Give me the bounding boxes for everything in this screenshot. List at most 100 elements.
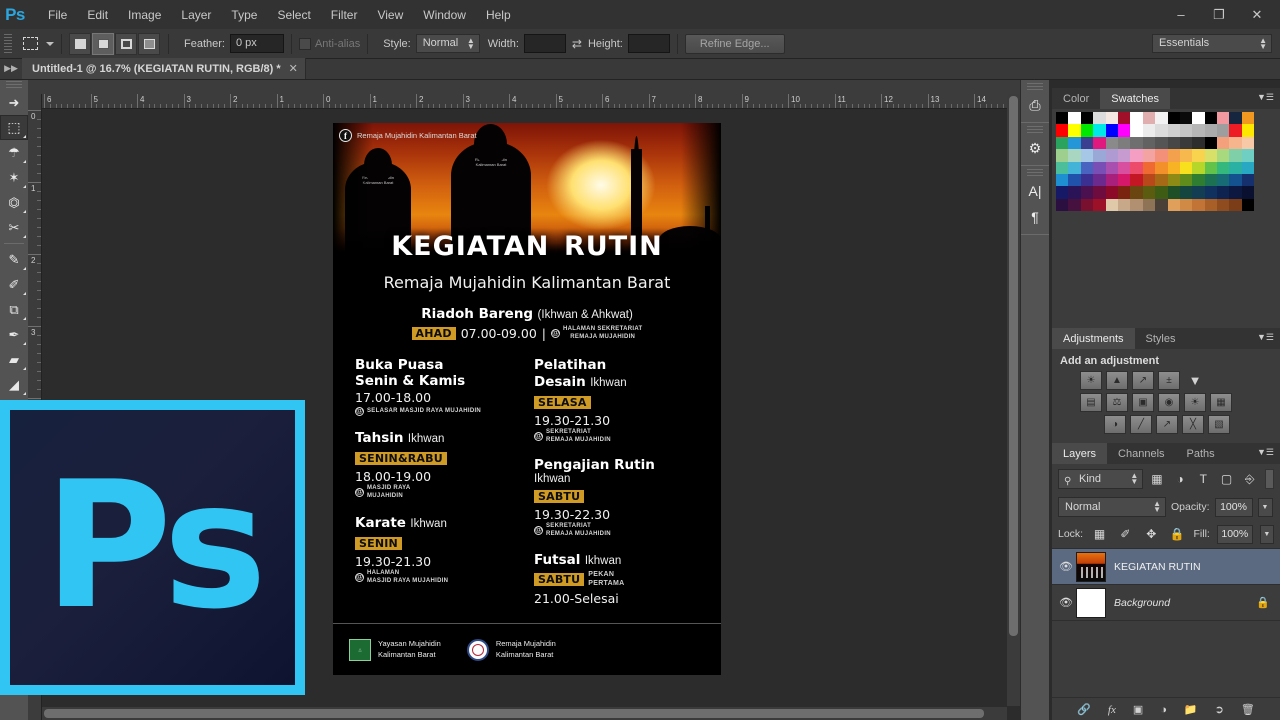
color-swatch[interactable] <box>1229 112 1242 125</box>
menu-window[interactable]: Window <box>413 4 476 26</box>
panel-menu-icon[interactable]: ▼☰ <box>1257 448 1274 457</box>
color-swatch[interactable] <box>1217 149 1230 162</box>
document-tab[interactable]: Untitled-1 @ 16.7% (KEGIATAN RUTIN, RGB/… <box>22 58 306 79</box>
color-swatch[interactable] <box>1179 124 1193 137</box>
new-group-icon[interactable]: 📁 <box>1184 703 1198 716</box>
color-swatch[interactable] <box>1155 198 1168 212</box>
color-swatch[interactable] <box>1179 186 1193 199</box>
layer-name[interactable]: Background <box>1114 597 1170 609</box>
menu-help[interactable]: Help <box>476 4 521 26</box>
menu-layer[interactable]: Layer <box>171 4 221 26</box>
color-swatch[interactable] <box>1093 198 1106 212</box>
fill-input[interactable]: 100% <box>1216 524 1253 544</box>
rail-grip[interactable] <box>1027 126 1043 133</box>
close-icon[interactable]: ✕ <box>289 62 298 75</box>
subtract-from-selection-button[interactable] <box>115 32 137 55</box>
tool-spot-healing-brush[interactable]: ✎ <box>0 247 28 272</box>
color-swatch[interactable] <box>1068 149 1081 162</box>
color-swatch[interactable] <box>1105 112 1118 125</box>
levels-icon[interactable]: ▲ <box>1106 371 1128 390</box>
panel-menu-icon[interactable]: ▼☰ <box>1257 93 1274 102</box>
color-swatch[interactable] <box>1117 186 1131 199</box>
menu-select[interactable]: Select <box>267 4 320 26</box>
color-swatch[interactable] <box>1241 161 1255 174</box>
color-swatch[interactable] <box>1204 173 1218 187</box>
color-swatch[interactable] <box>1080 173 1094 187</box>
fx-icon[interactable]: fx <box>1108 704 1116 716</box>
color-swatch[interactable] <box>1217 186 1230 199</box>
tool-move[interactable]: ➜ <box>0 90 28 115</box>
invert-icon[interactable]: ◑ <box>1104 415 1126 434</box>
color-swatch[interactable] <box>1142 161 1156 174</box>
color-swatch[interactable] <box>1192 198 1205 212</box>
properties-icon[interactable]: ⚙ <box>1021 135 1049 161</box>
tool-history-brush[interactable]: ✒ <box>0 322 28 347</box>
color-swatch[interactable] <box>1229 161 1242 174</box>
color-swatch[interactable] <box>1142 124 1156 137</box>
vibrance-icon[interactable]: ▼ <box>1184 371 1206 390</box>
color-swatch[interactable] <box>1217 173 1230 187</box>
new-selection-button[interactable] <box>69 32 91 55</box>
color-swatch[interactable] <box>1241 198 1255 212</box>
swap-width-height-icon[interactable]: ⇄ <box>572 37 582 51</box>
layer-visibility-icon[interactable]: 👁 <box>1056 596 1076 609</box>
color-swatch[interactable] <box>1093 112 1106 125</box>
height-input[interactable] <box>627 34 670 53</box>
color-swatch[interactable] <box>1167 198 1180 212</box>
color-swatch[interactable] <box>1179 112 1193 125</box>
opacity-stepper-icon[interactable]: ▼ <box>1257 497 1273 517</box>
filter-enable-toggle[interactable] <box>1265 469 1274 489</box>
color-swatch[interactable] <box>1217 124 1230 137</box>
color-swatch[interactable] <box>1142 112 1156 125</box>
color-swatch[interactable] <box>1068 186 1081 199</box>
color-swatch[interactable] <box>1192 186 1205 199</box>
tab-paths[interactable]: Paths <box>1175 443 1226 464</box>
color-swatch[interactable] <box>1117 198 1131 212</box>
new-adjustment-layer-icon[interactable]: ◑ <box>1160 704 1167 716</box>
color-swatch[interactable] <box>1167 186 1180 199</box>
color-swatch[interactable] <box>1229 186 1242 199</box>
color-swatch[interactable] <box>1130 186 1143 199</box>
posterize-icon[interactable]: ╱ <box>1130 415 1152 434</box>
color-swatch[interactable] <box>1105 124 1118 137</box>
filter-smart-objects-icon[interactable]: ⎆ <box>1240 469 1259 489</box>
color-swatch[interactable] <box>1068 112 1081 125</box>
color-swatch[interactable] <box>1056 161 1069 174</box>
color-swatch[interactable] <box>1130 198 1143 212</box>
color-swatch[interactable] <box>1204 149 1218 162</box>
tool-eyedropper[interactable]: ✂ <box>0 215 28 240</box>
color-swatch[interactable] <box>1080 198 1094 212</box>
filter-pixel-layers-icon[interactable]: ▦ <box>1147 469 1166 489</box>
color-swatch[interactable] <box>1241 186 1255 199</box>
collapse-panels-icon[interactable]: ▶▶ <box>0 58 22 79</box>
color-swatch[interactable] <box>1155 161 1168 174</box>
tab-styles[interactable]: Styles <box>1134 328 1187 349</box>
add-mask-icon[interactable]: ▣ <box>1133 703 1143 716</box>
color-swatch[interactable] <box>1068 173 1081 187</box>
color-swatch[interactable] <box>1130 136 1143 150</box>
color-swatch[interactable] <box>1117 161 1131 174</box>
color-swatch[interactable] <box>1179 149 1193 162</box>
anti-alias-checkbox[interactable] <box>298 37 311 50</box>
color-swatch[interactable] <box>1105 161 1118 174</box>
color-swatch[interactable] <box>1056 124 1069 137</box>
color-swatch[interactable] <box>1179 173 1193 187</box>
tab-layers[interactable]: Layers <box>1052 443 1108 464</box>
color-swatch[interactable] <box>1229 136 1242 150</box>
color-swatch[interactable] <box>1117 112 1131 125</box>
color-swatch[interactable] <box>1155 112 1168 125</box>
color-swatch[interactable] <box>1192 124 1205 137</box>
blend-mode-select[interactable]: Normal ▲ ▼ <box>1058 497 1166 517</box>
width-input[interactable] <box>523 34 566 53</box>
color-swatch[interactable] <box>1068 198 1081 212</box>
color-swatch[interactable] <box>1068 136 1081 150</box>
intersect-selection-button[interactable] <box>138 32 160 55</box>
color-swatch[interactable] <box>1142 198 1156 212</box>
color-balance-icon[interactable]: ⚖ <box>1106 393 1128 412</box>
color-swatch[interactable] <box>1167 149 1180 162</box>
scrollbar-thumb[interactable] <box>44 709 984 718</box>
color-swatch[interactable] <box>1056 173 1069 187</box>
curves-icon[interactable]: ↗ <box>1132 371 1154 390</box>
document-canvas[interactable]: Remaja MujahidinKalimantan Barat Remaja … <box>333 123 721 675</box>
color-swatch[interactable] <box>1204 198 1218 212</box>
